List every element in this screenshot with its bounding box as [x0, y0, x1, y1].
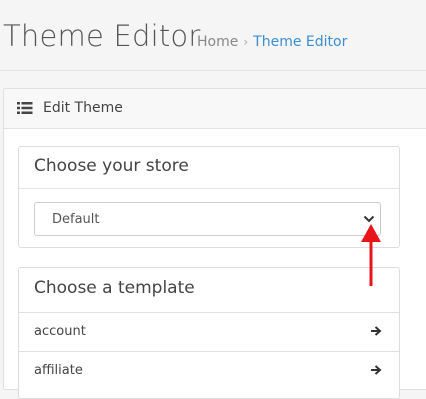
- breadcrumb-current-link[interactable]: Theme Editor: [253, 34, 347, 50]
- template-section-title: Choose a template: [34, 278, 195, 298]
- arrow-right-icon: [371, 365, 382, 375]
- store-select-value: Default: [52, 212, 100, 227]
- template-item-label: account: [34, 324, 86, 339]
- annotation-arrow-icon: [361, 224, 381, 286]
- divider: [19, 188, 399, 189]
- template-item-affiliate[interactable]: affiliate: [19, 352, 399, 390]
- store-selection-box: Choose your store Default: [18, 146, 400, 248]
- panel-title: Edit Theme: [43, 100, 123, 116]
- chevron-down-icon: [363, 215, 375, 223]
- store-select[interactable]: Default: [34, 202, 381, 236]
- template-item-account[interactable]: account: [19, 313, 399, 352]
- store-section-title: Choose your store: [34, 156, 189, 176]
- arrow-right-icon: [371, 326, 382, 336]
- template-item-label: affiliate: [34, 363, 83, 378]
- page-header: Theme Editor Home › Theme Editor: [0, 0, 426, 71]
- list-icon: [17, 102, 33, 114]
- breadcrumb-separator: ›: [243, 35, 249, 49]
- template-selection-box: Choose a template account affiliate: [18, 267, 400, 399]
- panel-heading: Edit Theme: [4, 89, 426, 129]
- breadcrumb-home-link[interactable]: Home: [197, 34, 238, 50]
- breadcrumb: Home › Theme Editor: [197, 34, 347, 50]
- page-title: Theme Editor: [3, 19, 201, 53]
